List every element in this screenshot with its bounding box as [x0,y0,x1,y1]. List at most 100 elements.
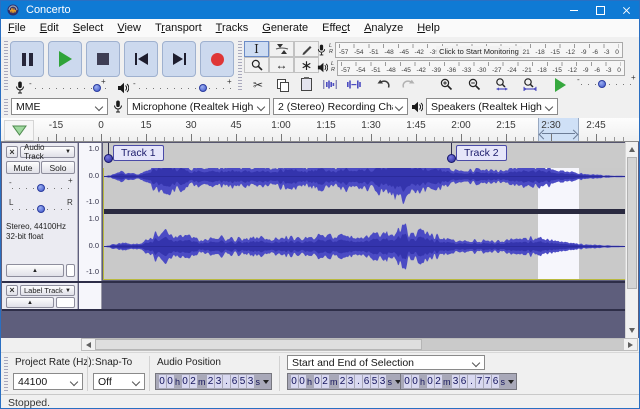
track-title-menu[interactable]: Label Track ▼ [20,285,75,296]
recording-channels-select[interactable]: 2 (Stereo) Recording Channels [273,98,408,115]
time-unit[interactable]: s [256,377,261,387]
scroll-down-icon[interactable] [629,328,635,333]
gain-thumb[interactable] [37,184,45,192]
label-handle-icon[interactable] [447,154,456,163]
zoom-selection-button[interactable] [491,77,513,92]
skip-to-start-button[interactable] [124,41,158,77]
playback-volume-slider[interactable] [139,83,233,93]
horizontal-scroll-thumb[interactable] [95,339,422,350]
playback-speed-thumb[interactable] [598,80,606,88]
recording-volume-thumb[interactable] [93,84,101,92]
time-digit[interactable]: 0 [291,375,298,388]
menu-help[interactable]: Help [410,20,447,37]
scroll-up-icon[interactable] [629,147,635,152]
time-digit[interactable]: 3 [379,375,386,388]
draw-tool-button[interactable] [294,41,319,57]
time-digit[interactable]: 5 [239,375,246,388]
horizontal-scrollbar[interactable] [81,338,638,351]
selection-tool-button[interactable]: I [244,41,269,57]
gain-slider[interactable] [12,183,69,193]
close-button[interactable] [613,1,639,19]
record-button[interactable] [200,41,234,77]
copy-button[interactable] [271,77,293,92]
playback-device-select[interactable]: Speakers (Realtek High Definiti [426,98,558,115]
audio-host-select[interactable]: MME [11,98,108,115]
toolbar-grip[interactable] [238,41,242,92]
time-digit[interactable]: 0 [412,375,419,388]
time-unit[interactable]: s [388,377,393,387]
time-digit[interactable]: 6 [363,375,370,388]
label-text[interactable]: Track 2 [456,145,507,161]
redo-button[interactable] [397,77,419,92]
playback-speed-slider[interactable] [581,79,637,89]
selection-start-field[interactable]: 00h02m23.653s [287,373,404,390]
time-digit[interactable]: 7 [484,375,491,388]
mute-button[interactable]: Mute [6,161,40,174]
selection-mode-select[interactable]: Start and End of Selection [287,355,485,370]
time-digit[interactable]: 2 [190,375,197,388]
vertical-scrollbar[interactable] [625,142,638,338]
time-digit[interactable]: 6 [460,375,467,388]
zoom-fit-button[interactable] [519,77,541,92]
playback-meter[interactable]: LR -57-54-51-48-45-42-39-36-33-30-27-24-… [317,59,625,76]
toolbar-grip[interactable] [4,99,8,115]
recording-meter[interactable]: LR -57-54-51-48-45-42-39-36-33-30-27-24-… [317,41,623,58]
time-digit[interactable]: 3 [247,375,254,388]
solo-button[interactable]: Solo [41,161,75,174]
time-digit[interactable]: 2 [435,375,442,388]
recording-meter-scale[interactable]: -57-54-51-48-45-42-39-36-33-30-27-24-21-… [335,42,623,58]
chevron-down-icon[interactable] [263,380,269,384]
paste-button[interactable] [295,77,317,92]
skip-to-end-button[interactable] [162,41,196,77]
scroll-left-button[interactable] [82,339,95,350]
toolbar-grip[interactable] [4,41,8,92]
time-unit[interactable]: m [330,377,338,387]
time-digit[interactable]: 3 [215,375,222,388]
audio-position-field[interactable]: 00h02m23.653s [155,373,272,390]
time-digit[interactable]: 7 [476,375,483,388]
timeline-ruler[interactable]: -1501530451:001:151:301:452:002:152:302:… [1,118,639,142]
chevron-down-icon[interactable] [508,380,514,384]
time-unit[interactable]: m [198,377,206,387]
time-digit[interactable]: 5 [371,375,378,388]
time-shift-tool-button[interactable]: ↔ [269,57,294,73]
time-digit[interactable]: 6 [231,375,238,388]
pause-button[interactable] [10,41,44,77]
playback-volume-thumb[interactable] [199,84,207,92]
time-digit[interactable]: 0 [159,375,166,388]
minimize-button[interactable] [561,1,587,19]
meter-monitoring-hint[interactable]: Click to Start Monitoring [436,46,522,57]
project-rate-select[interactable]: 44100 [13,373,83,390]
time-digit[interactable]: 2 [322,375,329,388]
track-resize-handle[interactable] [66,264,75,277]
toolbar-grip[interactable] [4,357,8,391]
track-title-menu[interactable]: Audio Track ▼ [20,146,75,158]
menu-select[interactable]: Select [66,20,111,37]
time-digit[interactable]: 6 [492,375,499,388]
waveform-channel-right[interactable] [104,214,625,279]
vertical-scroll-thumb[interactable] [627,157,637,289]
snap-to-select[interactable]: Off [93,373,145,390]
time-digit[interactable]: 0 [167,375,174,388]
pinned-playhead-box[interactable] [4,120,34,141]
menu-tracks[interactable]: Tracks [209,20,256,37]
track-close-button[interactable]: × [6,146,18,158]
recording-volume-slider[interactable] [35,83,107,93]
play-button[interactable] [48,41,82,77]
time-digit[interactable]: 0 [314,375,321,388]
pan-thumb[interactable] [37,205,45,213]
menu-transport[interactable]: Transport [148,20,209,37]
menu-analyze[interactable]: Analyze [357,20,410,37]
cut-button[interactable]: ✂ [247,77,269,92]
time-digit[interactable]: 2 [207,375,214,388]
time-digit[interactable]: 0 [427,375,434,388]
stop-button[interactable] [86,41,120,77]
playhead-triangle-icon[interactable] [12,125,27,136]
playback-meter-scale[interactable]: -57-54-51-48-45-42-39-36-33-30-27-24-21-… [337,60,625,76]
menu-file[interactable]: File [1,20,33,37]
menu-effect[interactable]: Effect [315,20,357,37]
pan-slider[interactable] [12,204,69,214]
track-close-button[interactable]: × [6,285,18,296]
envelope-tool-button[interactable] [269,41,294,57]
time-digit[interactable]: 0 [404,375,411,388]
